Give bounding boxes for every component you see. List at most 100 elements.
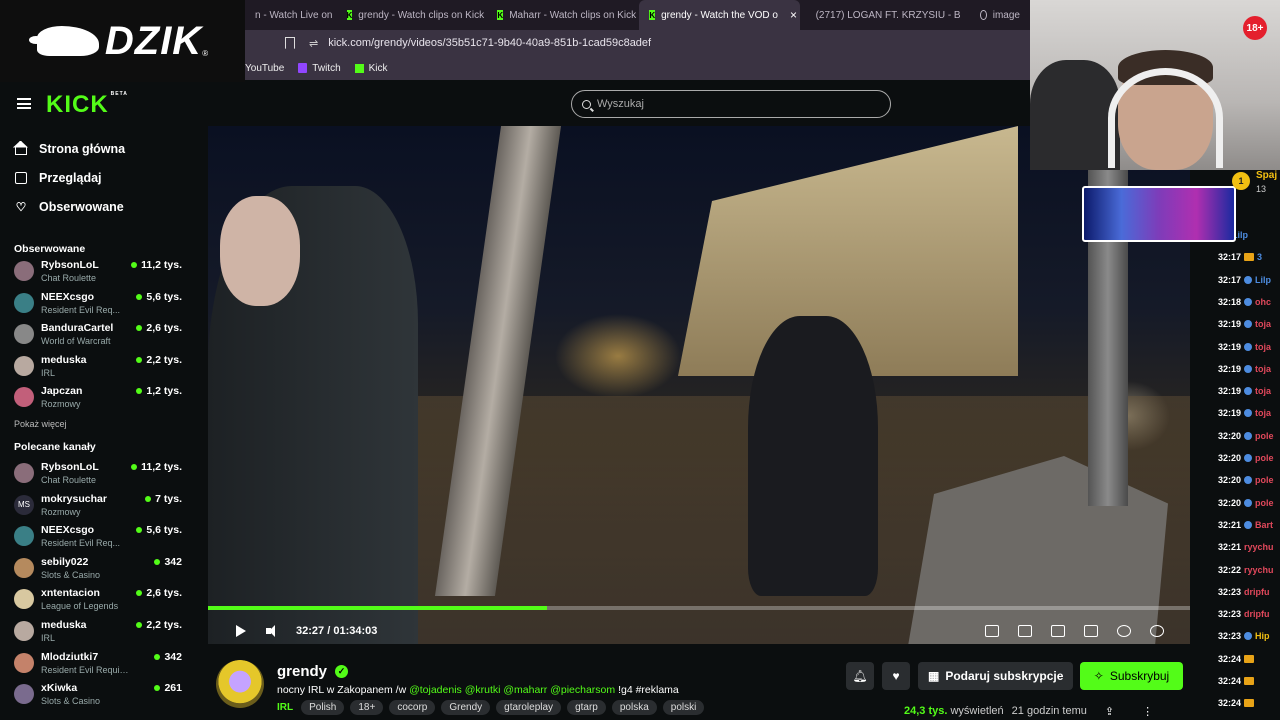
tag-chip[interactable]: polski bbox=[662, 700, 705, 715]
channel-item[interactable]: MS mokrysuchar Rozmowy 7 tys. bbox=[0, 493, 196, 525]
nav-following[interactable]: ♡ Obserwowane bbox=[0, 192, 196, 221]
chat-username[interactable]: toja bbox=[1255, 364, 1271, 374]
chat-username[interactable]: toja bbox=[1255, 342, 1271, 352]
channel-item[interactable]: Japczan Rozmowy 1,2 tys. bbox=[0, 385, 196, 417]
duration: 01:34:03 bbox=[333, 625, 378, 637]
more-options-icon[interactable]: ⋮ bbox=[1142, 705, 1153, 718]
kick-logo[interactable]: KICK BETA bbox=[46, 91, 128, 119]
channel-item[interactable]: meduska IRL 2,2 tys. bbox=[0, 619, 196, 651]
show-more-link[interactable]: Pokaż więcej bbox=[0, 419, 196, 435]
notification-button[interactable]: 🔔︎ bbox=[846, 662, 874, 690]
channel-item[interactable]: xntentacion League of Legends 2,6 tys. bbox=[0, 587, 196, 619]
follow-button[interactable]: ♥ bbox=[882, 662, 910, 690]
chat-username[interactable]: dripfu bbox=[1244, 609, 1270, 619]
url-text[interactable]: kick.com/grendy/videos/35b51c71-9b40-40a… bbox=[328, 37, 651, 49]
chat-timestamp: 32:23 bbox=[1218, 609, 1242, 620]
channel-item[interactable]: RybsonLoL Chat Roulette 11,2 tys. bbox=[0, 259, 196, 291]
chat-username[interactable]: dripfu bbox=[1244, 587, 1270, 597]
channel-item[interactable]: meduska IRL 2,2 tys. bbox=[0, 354, 196, 386]
chat-username[interactable]: toja bbox=[1255, 408, 1271, 418]
chat-username[interactable]: Lilp bbox=[1255, 275, 1271, 285]
subscribe-button[interactable]: ✧ Subskrybuj bbox=[1080, 662, 1183, 690]
kick-favicon-icon: K bbox=[346, 10, 353, 20]
chat-username[interactable]: Hip bbox=[1255, 631, 1270, 641]
browser-tab[interactable]: n - Watch Live on bbox=[245, 0, 337, 30]
theater-mode-icon[interactable] bbox=[1051, 625, 1065, 637]
nav-home[interactable]: Strona główna bbox=[0, 134, 196, 163]
avatar bbox=[14, 355, 34, 376]
streamer-avatar[interactable] bbox=[216, 660, 264, 708]
chat-username[interactable]: 3 bbox=[1257, 252, 1262, 262]
chat-username[interactable]: toja bbox=[1255, 319, 1271, 329]
browser-tab[interactable]: K Maharr - Watch clips on Kick bbox=[487, 0, 639, 30]
live-dot-icon bbox=[136, 356, 143, 363]
channel-info: meduska IRL bbox=[41, 354, 87, 378]
tag-chip[interactable]: Polish bbox=[301, 700, 345, 715]
category-link[interactable]: IRL bbox=[277, 702, 293, 713]
tag-chip[interactable]: polska bbox=[611, 700, 657, 715]
channel-item[interactable]: sebily022 Slots & Casino 342 bbox=[0, 556, 196, 588]
user-badge-icon bbox=[1244, 431, 1253, 440]
viewer-count-text: 5,6 tys. bbox=[146, 290, 182, 303]
video-progress-bar[interactable] bbox=[208, 606, 1190, 610]
video-player[interactable] bbox=[208, 126, 1190, 644]
time-separator: / bbox=[327, 625, 331, 637]
chat-username[interactable]: pole bbox=[1255, 475, 1274, 485]
address-bar[interactable]: ⇌ kick.com/grendy/videos/35b51c71-9b40-4… bbox=[245, 30, 1030, 56]
nav-label: Obserwowane bbox=[39, 199, 124, 214]
chat-timestamp: 32:22 bbox=[1218, 564, 1242, 575]
chat-username[interactable]: pole bbox=[1255, 498, 1274, 508]
user-badge-icon bbox=[1244, 364, 1253, 373]
chat-username[interactable]: pole bbox=[1255, 453, 1274, 463]
time-display: 32:27 / 01:34:03 bbox=[296, 625, 377, 637]
viewer-count-text: 2,6 tys. bbox=[146, 587, 182, 600]
tab-label: n - Watch Live on bbox=[255, 9, 333, 21]
channel-item[interactable]: xKiwka Slots & Casino 261 bbox=[0, 682, 196, 714]
chat-message: 32:23 dripfu bbox=[1218, 585, 1270, 599]
tag-chip[interactable]: 18+ bbox=[350, 700, 384, 715]
site-info-icon[interactable]: ⇌ bbox=[309, 37, 318, 50]
fullscreen-icon[interactable] bbox=[1084, 625, 1098, 637]
streamer-name[interactable]: grendy bbox=[277, 663, 327, 680]
bookmark-twitch[interactable]: Twitch bbox=[298, 63, 341, 74]
chat-username[interactable]: ryychu bbox=[1244, 542, 1274, 552]
title-mentions[interactable]: @tojadenis @krutki @maharr @piecharsom bbox=[409, 684, 615, 696]
tag-chip[interactable]: cocorp bbox=[389, 700, 436, 715]
live-dot-icon bbox=[136, 527, 143, 534]
tag-chip[interactable]: Grendy bbox=[441, 700, 491, 715]
chat-username[interactable]: Bart bbox=[1255, 520, 1273, 530]
channel-item[interactable]: Mlodziutki7 Resident Evil Requiem 342 bbox=[0, 651, 196, 683]
volume-icon[interactable] bbox=[266, 625, 280, 637]
browser-tab[interactable]: Kgrendy - Watch clips on Kick bbox=[337, 0, 488, 30]
play-icon[interactable] bbox=[236, 625, 246, 637]
settings-icon[interactable] bbox=[1150, 625, 1164, 637]
bookmark-icon[interactable] bbox=[285, 37, 295, 49]
chat-username[interactable]: ryychu bbox=[1244, 565, 1274, 575]
user-badge-icon bbox=[1244, 275, 1253, 284]
chat-username[interactable]: pole bbox=[1255, 431, 1274, 441]
pip-icon[interactable] bbox=[1018, 625, 1032, 637]
channel-item[interactable]: NEEXcsgo Resident Evil Req... 5,6 tys. bbox=[0, 291, 196, 323]
chat-username[interactable]: toja bbox=[1255, 386, 1271, 396]
share-icon[interactable]: ⇪ bbox=[1105, 705, 1114, 718]
channel-item[interactable]: NEEXcsgo Resident Evil Req... 5,6 tys. bbox=[0, 524, 196, 556]
menu-icon[interactable] bbox=[17, 98, 31, 109]
search-input[interactable]: Wyszukaj bbox=[571, 90, 891, 118]
browser-tab[interactable]: image bbox=[970, 0, 1030, 30]
chat-panel: Lilp 32:17 3 32:17 Lilp 32:18 ohc 32:19 toja 32:1… bbox=[1190, 170, 1280, 720]
channel-item[interactable]: RybsonLoL Chat Roulette 11,2 tys. bbox=[0, 461, 196, 493]
tag-chip[interactable]: gtarp bbox=[567, 700, 606, 715]
nav-browse[interactable]: Przeglądaj bbox=[0, 163, 196, 192]
close-tab-icon[interactable]: × bbox=[790, 8, 797, 22]
chat-message: 32:23 Hip bbox=[1218, 629, 1270, 643]
bookmark-youtube[interactable]: YouTube bbox=[245, 63, 284, 74]
gift-subscription-button[interactable]: ▦ Podaruj subskrypcje bbox=[918, 662, 1074, 690]
playback-speed-icon[interactable] bbox=[1117, 625, 1131, 637]
tag-chip[interactable]: gtaroleplay bbox=[496, 700, 562, 715]
channel-item[interactable]: BanduraCartel World of Warcraft 2,6 tys. bbox=[0, 322, 196, 354]
chat-username[interactable]: ohc bbox=[1255, 297, 1271, 307]
browser-tab[interactable]: Kgrendy - Watch the VOD o × bbox=[639, 0, 800, 30]
bookmark-kick[interactable]: Kick bbox=[354, 63, 388, 74]
miniplayer-icon[interactable] bbox=[985, 625, 999, 637]
browser-tab[interactable]: (2717) LOGAN FT. KRZYSIU - B bbox=[800, 0, 971, 30]
